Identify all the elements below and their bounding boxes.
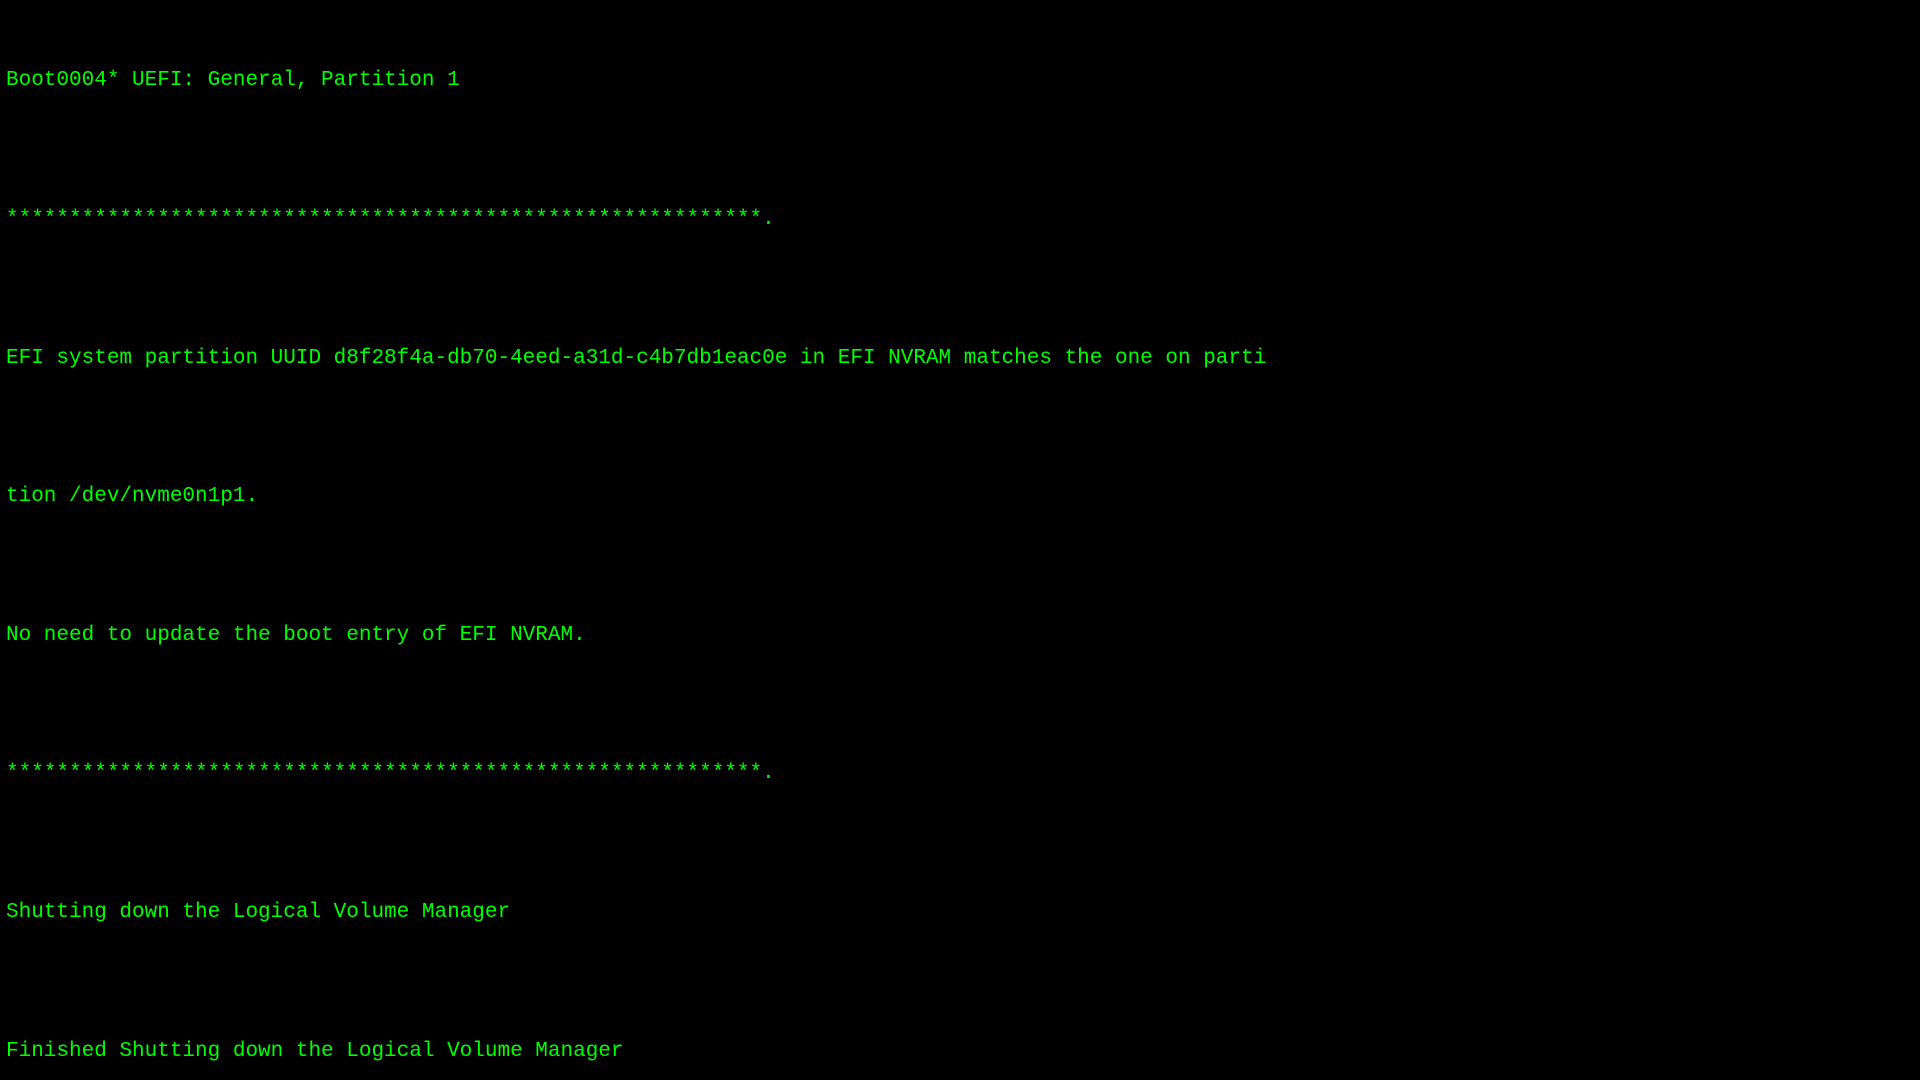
terminal-line-7: Shutting down the Logical Volume Manager xyxy=(6,899,1914,927)
terminal-line-1: Boot0004* UEFI: General, Partition 1 xyxy=(6,67,1914,95)
terminal-line-3: EFI system partition UUID d8f28f4a-db70-… xyxy=(6,345,1914,373)
terminal-line-6: ****************************************… xyxy=(6,760,1914,788)
terminal-output: Boot0004* UEFI: General, Partition 1 ***… xyxy=(0,8,1920,1080)
terminal-line-4: tion /dev/nvme0n1p1. xyxy=(6,483,1914,511)
terminal-line-8: Finished Shutting down the Logical Volum… xyxy=(6,1038,1914,1066)
terminal-line-5: No need to update the boot entry of EFI … xyxy=(6,622,1914,650)
terminal-line-2: ****************************************… xyxy=(6,206,1914,234)
